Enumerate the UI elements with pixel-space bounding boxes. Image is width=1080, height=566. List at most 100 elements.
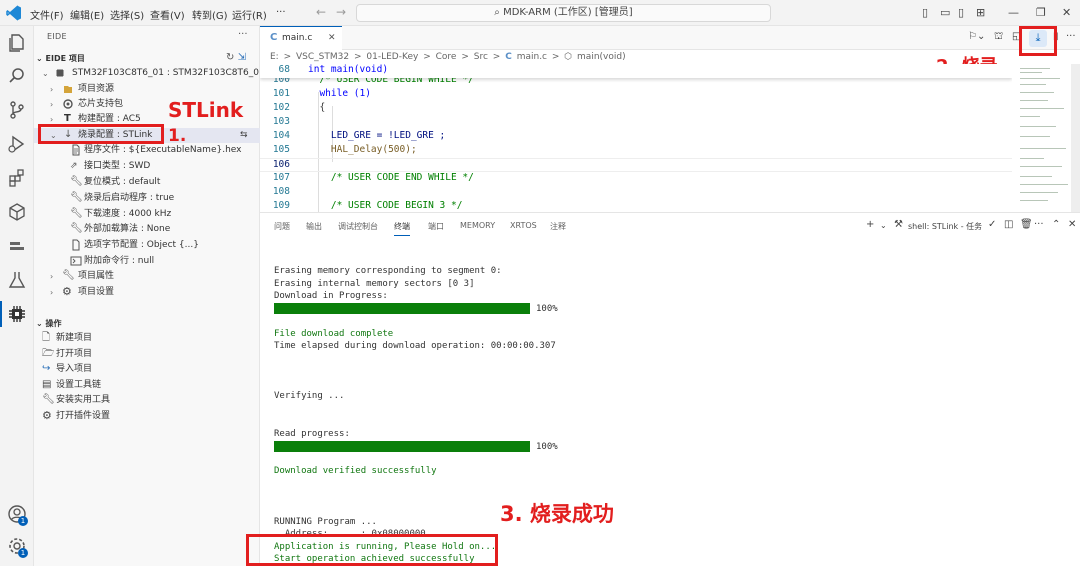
menu-edit[interactable]: 编辑(E) bbox=[70, 7, 104, 22]
source-control-icon[interactable] bbox=[7, 100, 27, 120]
tree-item-ext-loader[interactable]: 🔧︎ 外部加载算法 : None bbox=[34, 222, 260, 237]
toggle-panel-icon[interactable]: ▭ bbox=[940, 6, 950, 19]
code-line: 104 LED_GRE = !LED_GRE ; bbox=[260, 130, 1012, 144]
tree-label: 外部加载算法 : None bbox=[84, 224, 171, 234]
chip-icon[interactable] bbox=[7, 304, 27, 324]
op-set-toolchain[interactable]: ▤ 设置工具链 bbox=[34, 378, 260, 393]
tools-icon[interactable]: ⚒ bbox=[894, 219, 903, 230]
menu-go[interactable]: 转到(G) bbox=[192, 7, 228, 22]
code-line: 107 /* USER CODE END WHILE */ bbox=[260, 172, 1012, 186]
customize-layout-icon[interactable]: ⊞ bbox=[976, 6, 985, 19]
switch-flasher-icon[interactable]: ⇆ bbox=[240, 128, 248, 143]
chevron-right-icon: › bbox=[50, 100, 54, 109]
breadcrumb-sep: > bbox=[492, 52, 501, 62]
op-new-project[interactable]: 🗋︎ 新建项目 bbox=[34, 331, 260, 346]
tab-debug-console[interactable]: 调试控制台 bbox=[338, 221, 378, 232]
minimap-line bbox=[1020, 126, 1056, 127]
back-arrow-icon[interactable]: ← bbox=[316, 5, 326, 19]
menu-more[interactable]: ··· bbox=[276, 7, 286, 18]
new-terminal-icon[interactable]: + bbox=[866, 219, 874, 230]
tab-problems[interactable]: 问题 bbox=[274, 221, 290, 232]
minimap-line bbox=[1020, 68, 1050, 69]
close-window-icon[interactable]: ✕ bbox=[1062, 6, 1071, 19]
tree-item-speed[interactable]: 🔧︎ 下载速度 : 4000 kHz bbox=[34, 207, 260, 222]
forward-arrow-icon[interactable]: → bbox=[336, 5, 346, 19]
breadcrumb-segment[interactable]: 01-LED-Key bbox=[366, 52, 418, 62]
maximize-panel-icon[interactable]: ⌃ bbox=[1052, 219, 1060, 230]
sticky-scroll-line[interactable]: 68 int main(void) bbox=[260, 64, 1012, 78]
tree-project-root[interactable]: ⌄ STM32F103C8T6_01 : STM32F103C8T6_01 bbox=[34, 66, 265, 81]
annotation-step1: 1. bbox=[168, 126, 187, 146]
tree-item-run-after[interactable]: 🔧︎ 烧录后启动程序 : true bbox=[34, 191, 260, 206]
op-install-tools[interactable]: 🔧︎ 安装实用工具 bbox=[34, 393, 260, 408]
run-debug-icon[interactable] bbox=[7, 134, 27, 154]
tree-item-reset-mode[interactable]: 🔧︎ 复位模式 : default bbox=[34, 175, 260, 190]
more-actions-icon[interactable]: ··· bbox=[1034, 219, 1044, 230]
shell-task-label[interactable]: shell: STLink - 任务 bbox=[908, 221, 982, 232]
breadcrumb-segment[interactable]: main(void) bbox=[577, 52, 626, 62]
resources-icon bbox=[64, 86, 72, 93]
ops-section-header[interactable]: ⌄ 操作 bbox=[36, 318, 62, 329]
breadcrumb-segment[interactable]: E: bbox=[270, 52, 279, 62]
test-flask-icon[interactable] bbox=[7, 270, 27, 290]
active-indicator bbox=[0, 301, 2, 327]
tree-item-interface[interactable]: ⇗ 接口类型 : SWD bbox=[34, 159, 260, 174]
run-build-icon[interactable]: ⚐⌄ bbox=[968, 31, 985, 42]
menu-run[interactable]: 运行(R) bbox=[232, 7, 267, 22]
close-icon[interactable]: ✕ bbox=[328, 33, 336, 43]
menu-file[interactable]: 文件(F) bbox=[30, 7, 64, 22]
minimap[interactable] bbox=[1012, 50, 1080, 212]
op-import-project[interactable]: ↪ 导入项目 bbox=[34, 362, 260, 377]
tab-comments[interactable]: 注释 bbox=[550, 221, 566, 232]
terminal-line: Erasing internal memory sectors [0 3] bbox=[274, 279, 475, 289]
menu-view[interactable]: 查看(V) bbox=[150, 7, 185, 22]
terminal-line: Download in Progress: bbox=[274, 291, 388, 301]
extensions-icon[interactable] bbox=[7, 168, 27, 188]
check-icon[interactable]: ✓ bbox=[988, 219, 996, 230]
tab-xrtos[interactable]: XRTOS bbox=[510, 221, 537, 230]
tab-terminal[interactable]: 终端 bbox=[394, 221, 410, 236]
op-open-project[interactable]: 🗁︎ 打开项目 bbox=[34, 347, 260, 362]
code-editor[interactable]: 100 /* USER CODE BEGIN WHILE */ 68 int ma… bbox=[260, 64, 1012, 212]
build-icon[interactable]: ⛫ bbox=[994, 31, 1003, 44]
tree-item-program-file[interactable]: 程序文件 : ${ExecutableName}.hex bbox=[34, 143, 260, 158]
tree-item-extra-cmd[interactable]: 附加命令行 : null bbox=[34, 254, 260, 269]
tab-memory[interactable]: MEMORY bbox=[460, 221, 495, 230]
breadcrumb-segment[interactable]: Src bbox=[474, 52, 488, 62]
explorer-icon[interactable] bbox=[7, 32, 27, 52]
chart-icon[interactable] bbox=[7, 236, 27, 256]
close-panel-icon[interactable]: ✕ bbox=[1068, 219, 1076, 230]
chevron-down-icon[interactable]: ⌄ bbox=[880, 221, 887, 230]
sidebar-title: EIDE bbox=[47, 32, 67, 41]
more-actions-icon[interactable]: ··· bbox=[1066, 31, 1076, 42]
cube-icon[interactable] bbox=[7, 202, 27, 222]
tab-output[interactable]: 输出 bbox=[306, 221, 322, 232]
tab-ports[interactable]: 端口 bbox=[428, 221, 444, 232]
breadcrumb-segment[interactable]: Core bbox=[436, 52, 457, 62]
tree-item-properties[interactable]: › 🔧︎ 项目属性 bbox=[34, 269, 260, 284]
minimize-icon[interactable]: — bbox=[1008, 6, 1019, 19]
project-section-header[interactable]: ⌄ EIDE 项目 bbox=[36, 53, 85, 64]
command-center-search[interactable]: ⌕ MDK-ARM (工作区) [管理员] bbox=[356, 4, 771, 22]
save-all-icon[interactable]: ⇲ bbox=[238, 52, 246, 63]
breadcrumb-segment[interactable]: VSC_STM32 bbox=[296, 52, 349, 62]
tab-main-c[interactable]: C main.c ✕ bbox=[260, 26, 342, 50]
menu-selection[interactable]: 选择(S) bbox=[110, 7, 144, 22]
editor-tab-bar: C main.c ✕ ⚐⌄ ⛫ ◱ ⤓ ▯ ··· bbox=[260, 26, 1080, 50]
toggle-secondary-sidebar-icon[interactable]: ▯ bbox=[958, 6, 964, 19]
line-number: 106 bbox=[272, 159, 290, 170]
trash-icon[interactable]: 🗑︎ bbox=[1020, 219, 1033, 230]
op-plugin-settings[interactable]: ⚙ 打开插件设置 bbox=[34, 409, 260, 424]
search-icon[interactable] bbox=[7, 66, 27, 86]
editor-scrollbar[interactable] bbox=[1071, 64, 1080, 212]
tree-item-option-bytes[interactable]: 选项字节配置 : Object {...} bbox=[34, 238, 260, 253]
breadcrumb-segment[interactable]: main.c bbox=[517, 52, 547, 62]
split-terminal-icon[interactable]: ◫ bbox=[1004, 219, 1013, 230]
refresh-icon[interactable]: ↻ bbox=[226, 52, 238, 63]
tree-item-settings[interactable]: › ⚙ 项目设置 bbox=[34, 285, 260, 300]
sidebar-more-icon[interactable]: ··· bbox=[238, 29, 248, 40]
toggle-sidebar-icon[interactable]: ▯ bbox=[922, 6, 928, 19]
restore-icon[interactable]: ❐ bbox=[1036, 6, 1046, 19]
tree-item-resources[interactable]: › 项目资源 bbox=[34, 82, 260, 97]
chevron-right-icon: › bbox=[50, 272, 54, 281]
